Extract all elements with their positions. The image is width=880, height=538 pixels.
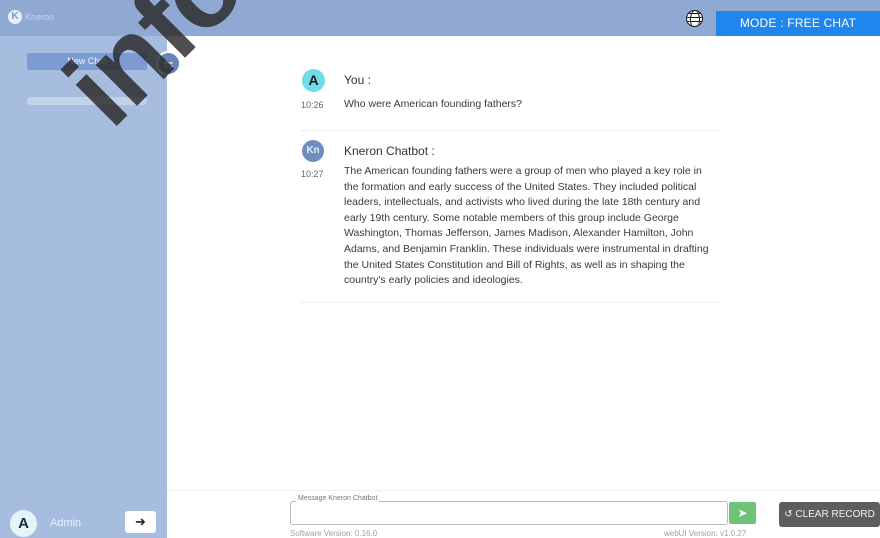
mode-button[interactable]: MODE : FREE CHAT	[716, 11, 880, 36]
logo-icon: K	[8, 10, 22, 24]
logout-icon[interactable]: ➜	[125, 511, 156, 533]
software-version: Software Version: 0.16.0	[290, 529, 378, 538]
message-input-label: Message Kneron Chatbot	[296, 495, 380, 502]
chat-history-item[interactable]	[27, 97, 147, 105]
app-logo: K Kneron	[8, 10, 54, 24]
message-text: Who were American founding fathers?	[344, 98, 523, 110]
logo-text: Kneron	[25, 12, 55, 22]
new-chat-button[interactable]: New Chat	[27, 53, 147, 70]
message-user: A You : 10:26 Who were American founding…	[300, 60, 720, 131]
top-bar: K Kneron MODE : FREE CHAT	[0, 0, 880, 36]
user-name: Admin	[50, 517, 82, 529]
send-icon[interactable]: ➤	[729, 502, 756, 524]
message-time: 10:26	[301, 100, 324, 110]
message-sender: Kneron Chatbot :	[344, 144, 435, 158]
globe-icon[interactable]	[686, 10, 703, 27]
sidebar: New Chat ⇆ A Admin ➜	[0, 36, 181, 538]
user-message-avatar: A	[302, 69, 325, 92]
webui-version: webUI Version: v1.0.27	[664, 529, 747, 538]
swap-icon[interactable]: ⇆	[156, 51, 181, 76]
clear-record-button[interactable]: ↺ CLEAR RECORD	[779, 502, 880, 527]
bot-avatar: Kn	[302, 140, 324, 162]
message-text: The American founding fathers were a gro…	[344, 165, 709, 287]
message-time: 10:27	[301, 169, 324, 179]
avatar: A	[10, 510, 37, 537]
message-input[interactable]	[291, 502, 727, 524]
message-sender: You :	[344, 73, 371, 87]
message-bot: Kn Kneron Chatbot : 10:27 The American f…	[300, 131, 720, 303]
footer-divider	[167, 490, 880, 491]
message-input-box[interactable]	[290, 501, 728, 525]
